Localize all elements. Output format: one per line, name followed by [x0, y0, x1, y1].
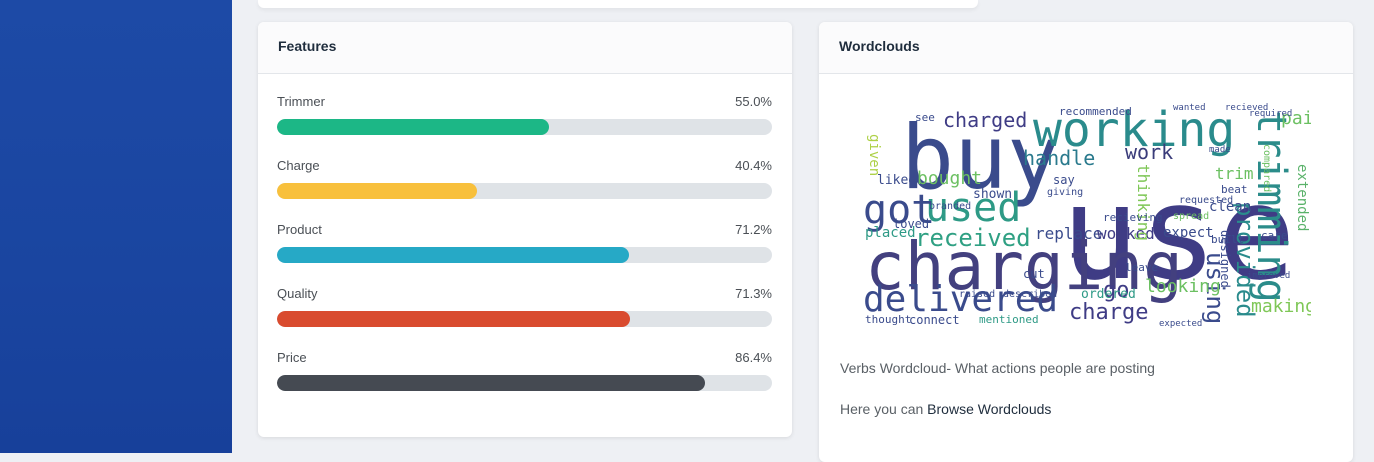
wordclouds-card: Wordclouds use buy charging working delivere… — [819, 22, 1353, 462]
wordcloud-word: work — [1125, 140, 1174, 164]
wordcloud-word: received — [915, 224, 1031, 252]
wordcloud-word: described — [1003, 289, 1058, 300]
wordcloud-word: charged — [943, 108, 1028, 132]
wordcloud-word: improved — [1247, 271, 1291, 281]
progress-fill — [277, 311, 630, 327]
wordcloud-word: thinking — [1134, 164, 1153, 242]
wordcloud-word: giving — [1047, 187, 1084, 198]
wordcloud-word: expected — [1159, 319, 1203, 329]
wordcloud-word: mentioned — [979, 313, 1039, 326]
wordcloud-word: ordered — [1081, 287, 1136, 302]
features-card: Features Trimmer 55.0% Charge 40.4% Prod… — [258, 22, 792, 437]
progress-track — [277, 183, 772, 199]
wordcloud-word: say — [1053, 173, 1075, 187]
feature-row-price: Price 86.4% — [277, 350, 772, 414]
feature-label: Trimmer — [277, 94, 325, 109]
wordcloud-word: charge — [1069, 300, 1149, 325]
features-list: Trimmer 55.0% Charge 40.4% Product 71.2% — [258, 74, 792, 414]
browse-wordclouds-line: Here you can Browse Wordclouds — [840, 401, 1051, 417]
features-card-title: Features — [258, 22, 792, 74]
wordcloud-word: raised — [959, 289, 996, 300]
wordcloud-word: compared — [1261, 144, 1272, 193]
progress-fill — [277, 119, 550, 135]
browse-prefix: Here you can — [840, 401, 924, 417]
wordcloud-word: looking — [1145, 276, 1221, 297]
wordcloud-word: given — [866, 134, 882, 177]
wordcloud-word: wanted — [1173, 103, 1206, 113]
feature-label: Quality — [277, 286, 318, 301]
progress-track — [277, 247, 772, 263]
wordcloud-word: liked — [877, 173, 917, 188]
wordcloud-word: trim — [1215, 164, 1254, 183]
wordcloud-word: extended — [1294, 164, 1310, 232]
progress-fill — [277, 247, 630, 263]
wordcloud-word: beat — [1221, 183, 1248, 196]
wordcloud-word: branded — [929, 201, 972, 212]
feature-row-quality: Quality 71.3% — [277, 286, 772, 350]
sidebar — [0, 0, 232, 453]
feature-percent: 71.2% — [735, 222, 772, 237]
feature-label: Charge — [277, 158, 320, 173]
wordcloud-word: designed — [1218, 230, 1232, 288]
wordcloud-word: bought — [917, 168, 983, 189]
feature-label: Price — [277, 350, 307, 365]
feature-label: Product — [277, 222, 322, 237]
wordcloud-word: handle — [1023, 146, 1096, 170]
feature-percent: 55.0% — [735, 94, 772, 109]
feature-percent: 71.3% — [735, 286, 772, 301]
wordcloud-word: care — [1261, 229, 1288, 242]
progress-track — [277, 375, 772, 391]
wordcloud-word: loved — [893, 217, 930, 231]
wordcloud-word: connect — [909, 313, 960, 327]
feature-row-trimmer: Trimmer 55.0% — [277, 94, 772, 158]
wordcloud-word: requested — [1179, 195, 1234, 206]
top-card-edge — [258, 0, 978, 8]
wordcloud-word: recieving — [1103, 211, 1163, 224]
wordcloud-word: cut — [1023, 267, 1045, 281]
wordcloud-word: shown — [973, 187, 1013, 202]
progress-track — [277, 119, 772, 135]
progress-fill — [277, 183, 477, 199]
wordclouds-card-title: Wordclouds — [819, 22, 1353, 74]
progress-fill — [277, 375, 705, 391]
wordcloud-caption: Verbs Wordcloud- What actions people are… — [840, 360, 1155, 376]
wordcloud-word: leave — [1125, 261, 1159, 274]
wordcloud-word: spread — [1173, 211, 1210, 222]
wordcloud-word: replace — [1035, 224, 1103, 243]
feature-percent: 86.4% — [735, 350, 772, 365]
wordcloud-image: use buy charging working delivered trimming us… — [863, 102, 1311, 338]
wordcloud-word: making — [1251, 296, 1311, 317]
feature-percent: 40.4% — [735, 158, 772, 173]
wordcloud-word: recieved — [1225, 103, 1269, 113]
wordcloud-word: thought — [865, 313, 912, 326]
progress-track — [277, 311, 772, 327]
wordcloud-word: see — [915, 111, 935, 124]
wordcloud-word: expect — [1163, 225, 1214, 241]
browse-wordclouds-link[interactable]: Browse Wordclouds — [927, 401, 1051, 417]
feature-row-charge: Charge 40.4% — [277, 158, 772, 222]
wordcloud-word: recommended — [1059, 105, 1132, 118]
feature-row-product: Product 71.2% — [277, 222, 772, 286]
wordcloud-word: made — [1209, 145, 1231, 155]
